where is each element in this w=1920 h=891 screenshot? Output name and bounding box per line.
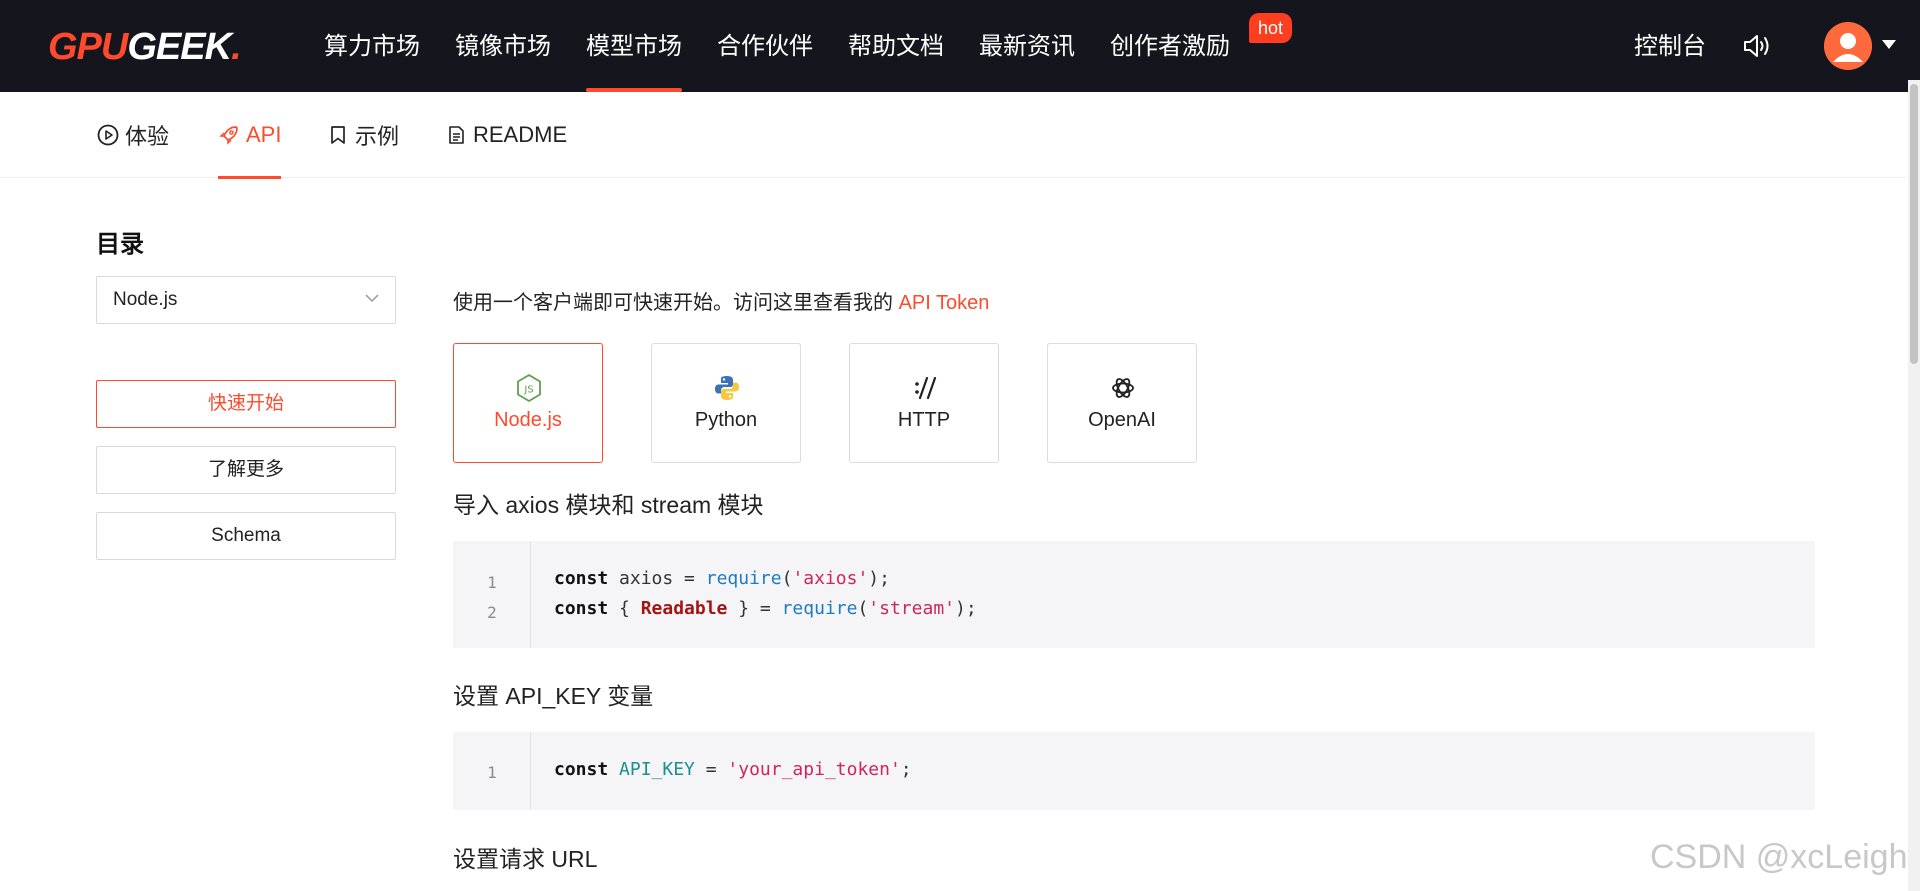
logo-text-geek: GEEK bbox=[127, 26, 232, 68]
section-title-request-url: 设置请求 URL bbox=[453, 846, 598, 872]
tab-examples[interactable]: 示例 bbox=[327, 92, 399, 178]
intro-sentence: 使用一个客户端即可快速开始。访问这里查看我的 bbox=[453, 292, 893, 314]
nav-item-latest-news[interactable]: 最新资讯 bbox=[979, 0, 1075, 92]
python-icon bbox=[715, 376, 739, 400]
page-scrollbar[interactable] bbox=[1908, 80, 1920, 891]
nodejs-icon: JS bbox=[517, 374, 541, 402]
hot-badge: hot bbox=[1249, 13, 1293, 43]
code-block-import: 1 2 const axios = require('axios'); cons… bbox=[453, 541, 1815, 648]
code-line-1: const axios = require('axios'); bbox=[554, 568, 890, 589]
nav-item-image-market[interactable]: 镜像市场 bbox=[455, 0, 551, 92]
lang-card-label: Python bbox=[694, 409, 758, 431]
tab-label: 示例 bbox=[355, 124, 400, 149]
document-icon bbox=[449, 126, 464, 144]
lang-card-openai[interactable]: OpenAI bbox=[1047, 343, 1197, 463]
lang-card-label: OpenAI bbox=[1088, 409, 1156, 431]
language-select-value: Node.js bbox=[113, 289, 178, 310]
gpugeek-logo[interactable]: GPU GEEK. bbox=[48, 26, 242, 68]
line-number: 2 bbox=[487, 603, 497, 622]
svg-text:JS: JS bbox=[523, 385, 533, 396]
tab-label: API bbox=[246, 122, 282, 147]
tab-readme[interactable]: README bbox=[445, 92, 567, 178]
play-circle-icon bbox=[97, 124, 119, 146]
scrollbar-thumb[interactable] bbox=[1910, 84, 1918, 364]
line-number-gutter bbox=[453, 541, 531, 648]
schema-button[interactable]: Schema bbox=[96, 512, 396, 560]
main-nav: 算力市场 镜像市场 模型市场 合作伙伴 帮助文档 最新资讯 创作者激励 bbox=[324, 0, 1265, 92]
console-link[interactable]: 控制台 bbox=[1634, 0, 1706, 92]
tab-label: README bbox=[473, 122, 568, 147]
section-title-import: 导入 axios 模块和 stream 模块 bbox=[453, 492, 764, 518]
model-tabs: 体验 API 示例 README bbox=[0, 92, 1906, 179]
top-navigation-bar: GPU GEEK. 算力市场 镜像市场 模型市场 合作伙伴 帮助文档 最新资讯 创… bbox=[0, 0, 1920, 92]
nav-item-compute-market[interactable]: 算力市场 bbox=[324, 0, 420, 92]
line-number: 1 bbox=[487, 573, 497, 592]
code-line-1: const API_KEY = 'your_api_token'; bbox=[554, 759, 912, 780]
learn-more-button[interactable]: 了解更多 bbox=[96, 446, 396, 494]
quick-start-button[interactable]: 快速开始 bbox=[96, 380, 396, 428]
nav-item-model-market[interactable]: 模型市场 bbox=[586, 0, 682, 92]
code-line-2: const { Readable } = require('stream'); bbox=[554, 598, 977, 619]
code-block-api-key: 1 const API_KEY = 'your_api_token'; bbox=[453, 732, 1815, 810]
avatar-person-icon bbox=[1824, 22, 1872, 70]
nav-item-creator-incentives[interactable]: 创作者激励 bbox=[1110, 0, 1230, 92]
toc-title: 目录 bbox=[96, 231, 144, 258]
chevron-down-icon[interactable] bbox=[1882, 40, 1896, 49]
user-avatar[interactable] bbox=[1824, 22, 1872, 70]
logo-text-gpu: GPU bbox=[48, 26, 128, 68]
nav-item-help-docs[interactable]: 帮助文档 bbox=[848, 0, 944, 92]
intro-text: 使用一个客户端即可快速开始。访问这里查看我的 API Token bbox=[453, 286, 989, 315]
lang-card-python[interactable]: Python bbox=[651, 343, 801, 463]
speaker-icon[interactable] bbox=[1742, 32, 1772, 60]
api-token-link[interactable]: API Token bbox=[899, 292, 990, 314]
language-select[interactable]: Node.js bbox=[96, 276, 396, 324]
lang-card-label: HTTP bbox=[897, 409, 951, 431]
tab-label: 体验 bbox=[125, 124, 170, 149]
line-number: 1 bbox=[487, 763, 497, 782]
rocket-icon bbox=[219, 126, 238, 145]
lang-card-label: Node.js bbox=[494, 409, 562, 431]
http-icon bbox=[915, 376, 937, 400]
bookmark-icon bbox=[331, 126, 345, 144]
nav-item-partners[interactable]: 合作伙伴 bbox=[717, 0, 813, 92]
section-title-api-key: 设置 API_KEY 变量 bbox=[453, 683, 654, 709]
tab-api[interactable]: API bbox=[218, 92, 282, 179]
tab-experience[interactable]: 体验 bbox=[97, 92, 169, 178]
lang-card-nodejs[interactable]: JS Node.js bbox=[453, 343, 603, 463]
csdn-watermark: CSDN @xcLeigh bbox=[1650, 838, 1908, 876]
openai-icon bbox=[1112, 378, 1134, 398]
chevron-down-icon bbox=[365, 294, 379, 303]
lang-card-http[interactable]: HTTP bbox=[849, 343, 999, 463]
logo-dot: . bbox=[231, 26, 242, 68]
